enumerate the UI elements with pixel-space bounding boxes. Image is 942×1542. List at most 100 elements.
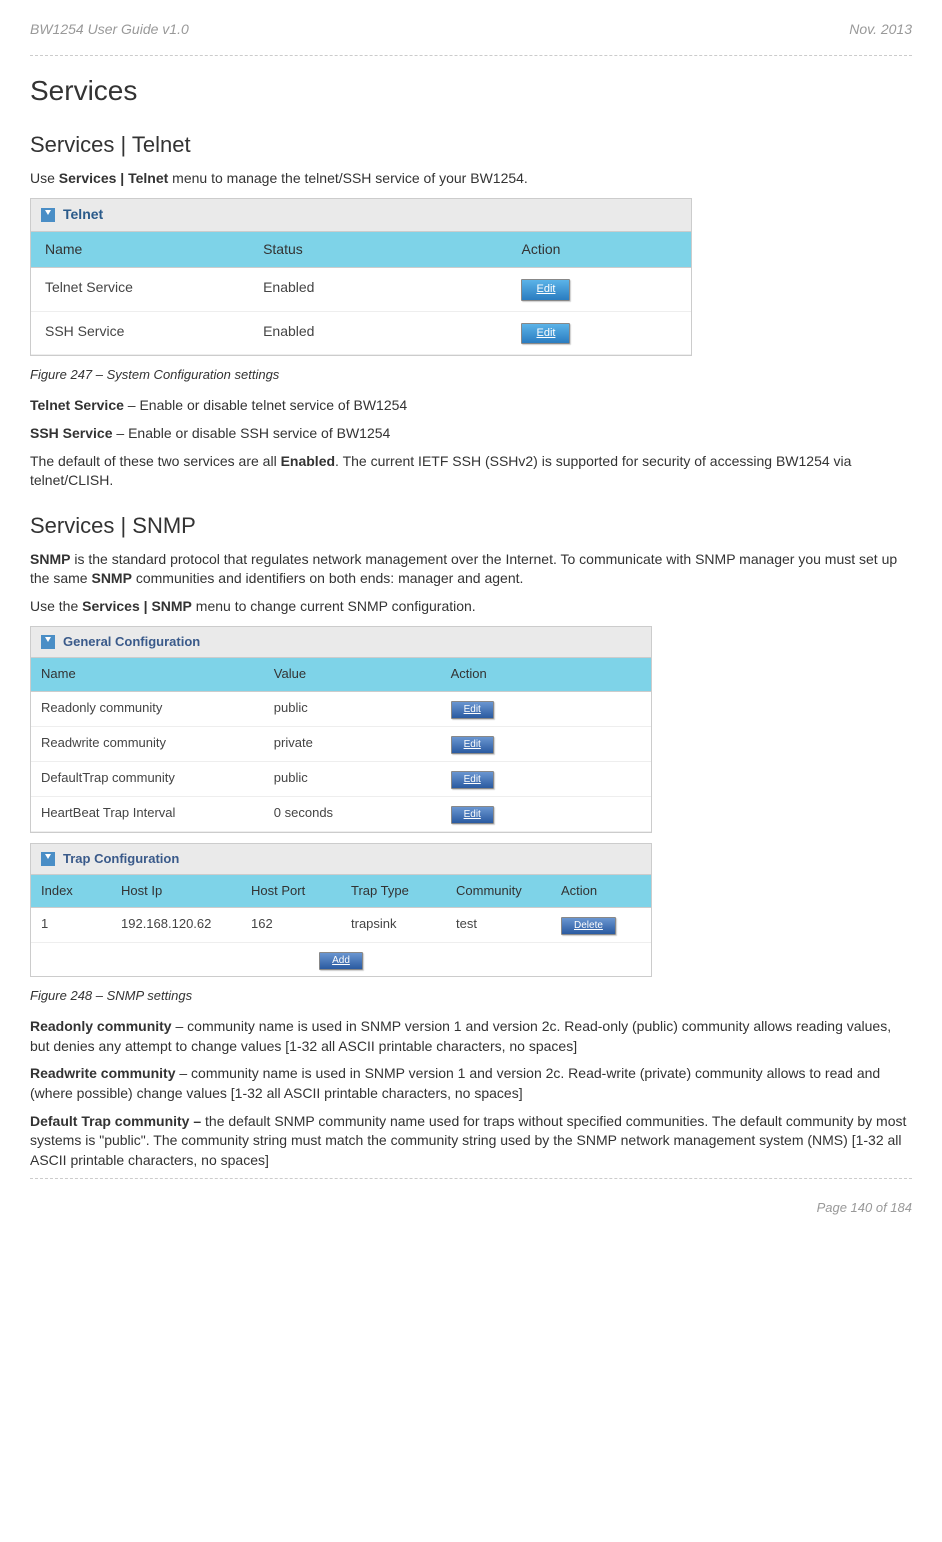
divider [30,55,912,56]
col-header: Status [249,232,507,268]
trap-header-row: Index Host Ip Host Port Trap Type Commun… [31,875,651,908]
figure-caption: Figure 247 – System Configuration settin… [30,366,912,384]
term: Telnet Service [30,397,124,413]
snmp-general-screenshot: General Configuration Name Value Action … [30,626,652,832]
term: SSH Service [30,425,113,441]
panel-title: Trap Configuration [63,850,179,868]
col-header: Community [446,875,551,907]
paragraph: Telnet Service – Enable or disable telne… [30,396,912,416]
col-header: Value [264,658,441,690]
col-header: Trap Type [341,875,446,907]
table-row: Readwrite community private Edit [31,727,651,762]
edit-button[interactable]: Edit [451,771,494,789]
edit-button[interactable]: Edit [521,323,570,344]
edit-button[interactable]: Edit [451,806,494,824]
telnet-intro: Use Services | Telnet menu to manage the… [30,169,912,189]
text: Use [30,170,59,186]
text: communities and identifiers on both ends… [132,570,523,586]
general-panel-header: General Configuration [31,627,651,658]
doc-date: Nov. 2013 [849,20,912,40]
edit-button[interactable]: Edit [451,736,494,754]
snmp-trap-screenshot: Trap Configuration Index Host Ip Host Po… [30,843,652,977]
cell-trap-type: trapsink [341,908,446,942]
cell-action: Edit [441,762,651,796]
telnet-panel-header: Telnet [31,199,691,232]
page-footer: Page 140 of 184 [30,1199,912,1217]
divider [30,1178,912,1179]
cell-action: Edit [441,727,651,761]
col-header: Name [31,232,249,268]
chevron-down-icon [41,208,55,222]
col-header: Index [31,875,111,907]
paragraph: Readwrite community – community name is … [30,1064,912,1103]
trap-panel-header: Trap Configuration [31,844,651,875]
panel-title: General Configuration [63,633,200,651]
cell-action: Delete [551,908,651,942]
cell-name: SSH Service [31,312,249,354]
desc: – Enable or disable telnet service of BW… [124,397,407,413]
cell-action: Edit [507,312,691,354]
term: Readwrite community [30,1065,175,1081]
term: Readonly community [30,1018,172,1034]
page-title: Services [30,71,912,110]
cell-name: Readwrite community [31,727,264,761]
section-title-telnet: Services | Telnet [30,130,912,161]
desc: – Enable or disable SSH service of BW125… [113,425,391,441]
cell-value: public [264,762,441,796]
col-header: Action [507,232,691,268]
col-header: Name [31,658,264,690]
add-button[interactable]: Add [319,952,363,970]
table-row: DefaultTrap community public Edit [31,762,651,797]
telnet-header-row: Name Status Action [31,232,691,269]
cell-status: Enabled [249,312,507,354]
table-row: Telnet Service Enabled Edit [31,268,691,311]
add-row: Add [31,943,651,976]
edit-button[interactable]: Edit [521,279,570,300]
term: Default Trap community – [30,1113,201,1129]
cell-host-ip: 192.168.120.62 [111,908,241,942]
col-header: Action [551,875,651,907]
text-bold: Services | Telnet [59,170,169,186]
page-header: BW1254 User Guide v1.0 Nov. 2013 [30,20,912,40]
cell-action: Edit [441,797,651,831]
text: Use the [30,598,82,614]
text: The default of these two services are al… [30,453,281,469]
telnet-screenshot: Telnet Name Status Action Telnet Service… [30,198,692,356]
chevron-down-icon [41,852,55,866]
cell-name: Readonly community [31,692,264,726]
cell-value: 0 seconds [264,797,441,831]
table-row: SSH Service Enabled Edit [31,312,691,355]
panel-title: Telnet [63,205,103,225]
section-title-snmp: Services | SNMP [30,511,912,542]
text: menu to manage the telnet/SSH service of… [168,170,528,186]
text-bold: Services | SNMP [82,598,192,614]
paragraph: SSH Service – Enable or disable SSH serv… [30,424,912,444]
col-header: Host Ip [111,875,241,907]
edit-button[interactable]: Edit [451,701,494,719]
chevron-down-icon [41,635,55,649]
cell-name: HeartBeat Trap Interval [31,797,264,831]
cell-action: Edit [507,268,691,310]
cell-name: Telnet Service [31,268,249,310]
cell-community: test [446,908,551,942]
cell-action: Edit [441,692,651,726]
cell-value: public [264,692,441,726]
cell-status: Enabled [249,268,507,310]
cell-index: 1 [31,908,111,942]
text-bold: SNMP [30,551,70,567]
delete-button[interactable]: Delete [561,917,616,935]
paragraph: Default Trap community – the default SNM… [30,1112,912,1171]
paragraph: Readonly community – community name is u… [30,1017,912,1056]
snmp-intro1: SNMP is the standard protocol that regul… [30,550,912,589]
gen-header-row: Name Value Action [31,658,651,691]
text-bold: SNMP [91,570,131,586]
doc-title: BW1254 User Guide v1.0 [30,20,189,40]
text-bold: Enabled [281,453,335,469]
table-row: HeartBeat Trap Interval 0 seconds Edit [31,797,651,832]
table-row: 1 192.168.120.62 162 trapsink test Delet… [31,908,651,943]
cell-name: DefaultTrap community [31,762,264,796]
snmp-intro2: Use the Services | SNMP menu to change c… [30,597,912,617]
figure-caption: Figure 248 – SNMP settings [30,987,912,1005]
col-header: Action [441,658,651,690]
cell-value: private [264,727,441,761]
